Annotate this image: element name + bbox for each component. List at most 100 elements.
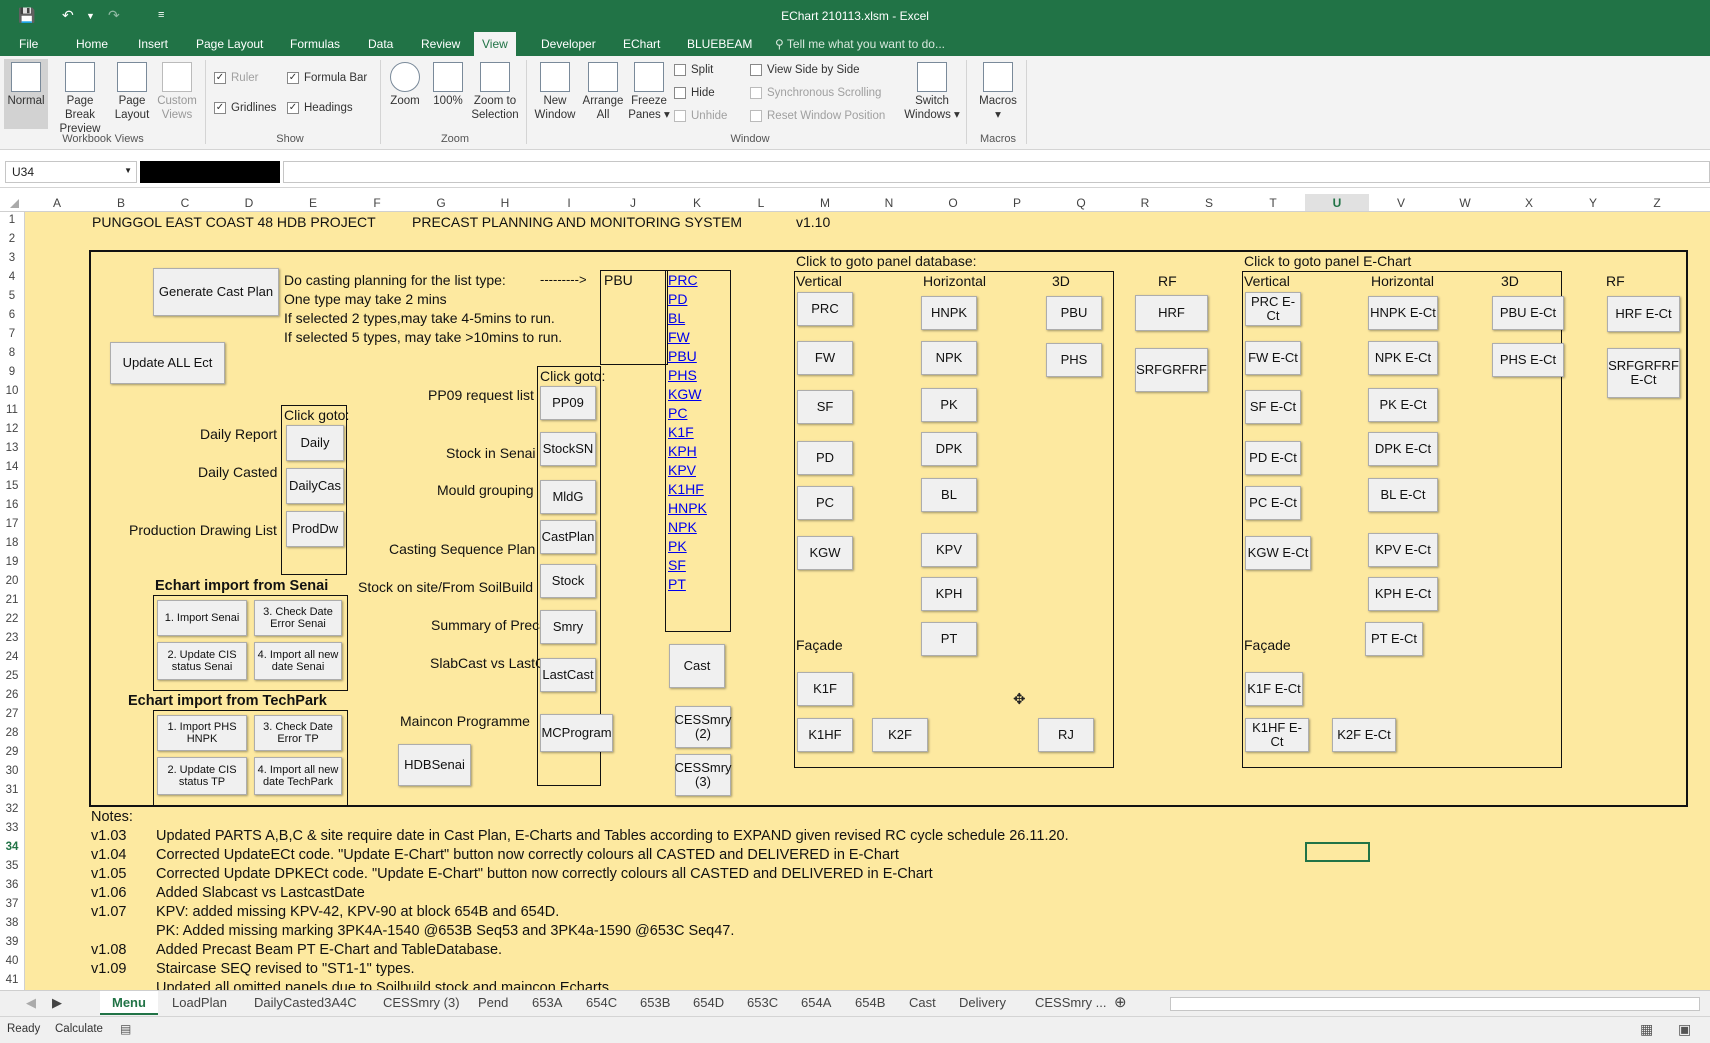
cessmry2-button[interactable]: CESSmry (2): [674, 706, 732, 748]
tab-echart[interactable]: EChart: [623, 37, 660, 51]
castplan-button[interactable]: CastPlan: [540, 520, 596, 554]
col-header-t[interactable]: T: [1241, 196, 1305, 210]
dailycas-button[interactable]: DailyCas: [286, 468, 344, 504]
row-header[interactable]: 11: [0, 404, 24, 416]
new-window-button[interactable]: New Window: [530, 62, 580, 122]
type-link[interactable]: KGW: [668, 385, 701, 403]
row-header[interactable]: 6: [0, 309, 24, 321]
ec-hrf-button[interactable]: HRF E-Ct: [1607, 296, 1680, 332]
tab-formulas[interactable]: Formulas: [290, 37, 340, 51]
row-header[interactable]: 34: [0, 841, 24, 853]
row-header[interactable]: 31: [0, 784, 24, 796]
selected-cell-u34[interactable]: [1305, 842, 1370, 862]
type-link[interactable]: HNPK: [668, 499, 707, 517]
ec-k1f-button[interactable]: K1F E-Ct: [1245, 672, 1303, 706]
db-pt-button[interactable]: PT: [921, 622, 977, 656]
ec-kgw-button[interactable]: KGW E-Ct: [1245, 536, 1311, 570]
type-link[interactable]: SF: [668, 556, 686, 574]
tab-view[interactable]: View: [474, 32, 516, 56]
db-sf-button[interactable]: SF: [797, 390, 853, 424]
ec-kph-button[interactable]: KPH E-Ct: [1368, 577, 1438, 611]
row-header[interactable]: 10: [0, 385, 24, 397]
db-rj-button[interactable]: RJ: [1038, 718, 1094, 752]
row-header[interactable]: 5: [0, 290, 24, 302]
ec-pt-button[interactable]: PT E-Ct: [1365, 622, 1423, 656]
db-prc-button[interactable]: PRC: [797, 292, 853, 326]
mcprogram-button[interactable]: MCProgram: [540, 714, 613, 752]
tab-file[interactable]: File: [19, 37, 38, 51]
sheet-tab[interactable]: 653B: [640, 995, 670, 1010]
ec-hnpk-button[interactable]: HNPK E-Ct: [1368, 296, 1438, 330]
sheet-tab[interactable]: Delivery: [959, 995, 1006, 1010]
stock-button[interactable]: Stock: [540, 564, 596, 598]
row-header[interactable]: 1: [0, 214, 24, 226]
type-link[interactable]: NPK: [668, 518, 697, 536]
row-header[interactable]: 15: [0, 480, 24, 492]
col-header-k[interactable]: K: [665, 196, 729, 210]
lastcast-button[interactable]: LastCast: [540, 658, 596, 692]
page-break-preview-button[interactable]: Page Break Preview: [50, 62, 110, 136]
db-pbu-button[interactable]: PBU: [1046, 296, 1102, 330]
type-link[interactable]: PBU: [668, 347, 697, 365]
sheet-tab[interactable]: Pend: [478, 995, 508, 1010]
zoom-to-selection-button[interactable]: Zoom to Selection: [468, 62, 522, 122]
db-kph-button[interactable]: KPH: [921, 577, 977, 611]
db-phs-button[interactable]: PHS: [1046, 343, 1102, 377]
generate-cast-plan-button[interactable]: Generate Cast Plan: [153, 268, 279, 316]
row-header[interactable]: 21: [0, 594, 24, 606]
row-header[interactable]: 38: [0, 917, 24, 929]
col-header-g[interactable]: G: [409, 196, 473, 210]
cessmry3-button[interactable]: CESSmry (3): [674, 754, 732, 796]
ec-pd-button[interactable]: PD E-Ct: [1245, 441, 1301, 475]
arrange-all-button[interactable]: Arrange All: [580, 62, 626, 122]
page-layout-view-icon[interactable]: ▣: [1678, 1021, 1691, 1038]
normal-view-icon[interactable]: ▦: [1640, 1021, 1653, 1038]
col-header-u[interactable]: U: [1305, 194, 1369, 211]
stocksn-button[interactable]: StockSN: [540, 432, 596, 466]
macro-record-icon[interactable]: ▤: [120, 1022, 131, 1036]
col-header-q[interactable]: Q: [1049, 196, 1113, 210]
row-header[interactable]: 4: [0, 271, 24, 283]
col-header-z[interactable]: Z: [1625, 196, 1689, 210]
type-link[interactable]: PD: [668, 290, 687, 308]
import-senai-button[interactable]: 1. Import Senai: [157, 600, 247, 636]
mldg-button[interactable]: MldG: [540, 480, 596, 514]
row-header[interactable]: 7: [0, 328, 24, 340]
row-header[interactable]: 41: [0, 974, 24, 986]
pp09-button[interactable]: PP09: [540, 386, 596, 420]
tell-me-search[interactable]: ⚲ Tell me what you want to do...: [775, 37, 945, 51]
row-header[interactable]: 37: [0, 898, 24, 910]
ec-fw-button[interactable]: FW E-Ct: [1245, 341, 1301, 375]
check-date-error-tp-button[interactable]: 3. Check Date Error TP: [254, 715, 342, 751]
db-pc-button[interactable]: PC: [797, 486, 853, 520]
sheet-tab-menu[interactable]: Menu: [100, 991, 158, 1015]
split-button[interactable]: Split: [674, 64, 713, 76]
sheet-tab[interactable]: 653A: [532, 995, 562, 1010]
tab-scroll-right-icon[interactable]: ▶: [52, 995, 62, 1011]
prodw-button[interactable]: ProdDw: [286, 511, 344, 547]
name-box-dropdown-icon[interactable]: ▼: [124, 166, 132, 175]
update-all-ect-button[interactable]: Update ALL Ect: [110, 342, 225, 384]
row-header[interactable]: 39: [0, 936, 24, 948]
view-side-by-side-button[interactable]: View Side by Side: [750, 64, 859, 76]
row-header[interactable]: 20: [0, 575, 24, 587]
smry-button[interactable]: Smry: [540, 610, 596, 644]
col-header-a[interactable]: A: [25, 196, 89, 210]
type-link[interactable]: FW: [668, 328, 690, 346]
sheet-tab[interactable]: Cast: [909, 995, 936, 1010]
col-header-p[interactable]: P: [985, 196, 1049, 210]
name-box[interactable]: U34 ▼: [5, 161, 137, 183]
sheet-tab[interactable]: 654B: [855, 995, 885, 1010]
page-layout-view-button[interactable]: Page Layout: [112, 62, 152, 122]
import-new-date-senai-button[interactable]: 4. Import all new date Senai: [254, 642, 342, 680]
col-header-y[interactable]: Y: [1561, 196, 1625, 210]
row-header[interactable]: 27: [0, 708, 24, 720]
col-header-l[interactable]: L: [729, 196, 793, 210]
type-link[interactable]: BL: [668, 309, 685, 327]
row-header[interactable]: 16: [0, 499, 24, 511]
col-header-w[interactable]: W: [1433, 196, 1497, 210]
type-link[interactable]: KPV: [668, 461, 696, 479]
db-k2f-button[interactable]: K2F: [872, 718, 928, 752]
db-pd-button[interactable]: PD: [797, 441, 853, 475]
ec-pk-button[interactable]: PK E-Ct: [1368, 388, 1438, 422]
